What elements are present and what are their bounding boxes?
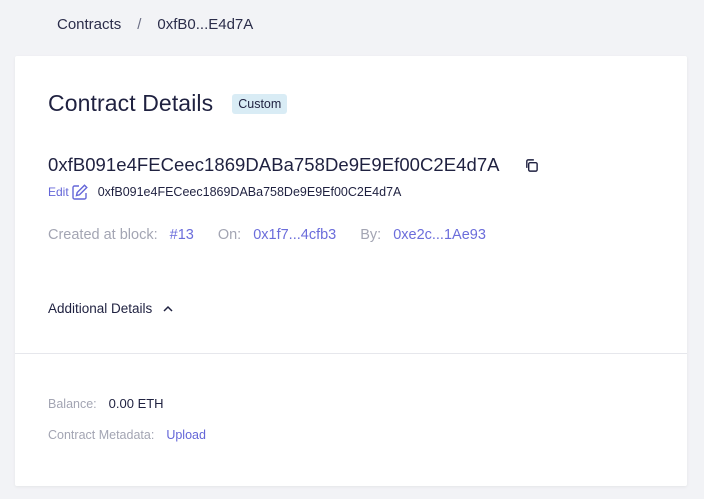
- contract-alias: 0xfB091e4FECeec1869DABa758De9E9Ef00C2E4d…: [97, 185, 402, 199]
- title-row: Contract Details Custom: [48, 90, 288, 117]
- contract-type-badge: Custom: [232, 93, 288, 114]
- contract-metadata-label: Contract Metadata:: [48, 428, 155, 442]
- edit-icon[interactable]: [71, 183, 89, 201]
- balance-label: Balance:: [48, 396, 97, 411]
- additional-details-label: Additional Details: [48, 301, 153, 316]
- page-title: Contract Details: [48, 90, 214, 116]
- additional-details-toggle[interactable]: Additional Details: [48, 301, 174, 316]
- copy-icon[interactable]: [524, 157, 540, 173]
- breadcrumb-current: 0xfB0...E4d7A: [157, 16, 254, 33]
- breadcrumb-contracts-link[interactable]: Contracts: [57, 16, 121, 33]
- on-label: On:: [217, 227, 242, 243]
- by-label: By:: [360, 227, 382, 243]
- balance-value: 0.00 ETH: [108, 396, 164, 411]
- alias-row: Edit 0xfB091e4FECeec1869DABa758De9E9Ef00…: [48, 183, 401, 201]
- created-at-block-label: Created at block:: [48, 227, 158, 243]
- breadcrumb-separator: /: [137, 16, 142, 33]
- creation-meta-row: Created at block: #13 On: 0x1f7...4cfb3 …: [48, 227, 486, 243]
- transaction-hash-link[interactable]: 0x1f7...4cfb3: [253, 227, 336, 243]
- address-row: 0xfB091e4FECeec1869DABa758De9E9Ef00C2E4d…: [48, 154, 540, 176]
- metadata-row: Contract Metadata: Upload: [48, 428, 206, 442]
- section-divider: [15, 353, 687, 354]
- block-number-link[interactable]: #13: [170, 227, 194, 243]
- edit-alias-link[interactable]: Edit: [48, 185, 69, 199]
- upload-metadata-link[interactable]: Upload: [166, 428, 206, 442]
- balance-row: Balance: 0.00 ETH: [48, 396, 164, 411]
- chevron-up-icon: [162, 303, 174, 315]
- contract-details-card: Contract Details Custom 0xfB091e4FECeec1…: [15, 56, 687, 486]
- creator-address-link[interactable]: 0xe2c...1Ae93: [393, 227, 486, 243]
- contract-address: 0xfB091e4FECeec1869DABa758De9E9Ef00C2E4d…: [48, 154, 500, 175]
- breadcrumb: Contracts / 0xfB0...E4d7A: [57, 16, 253, 33]
